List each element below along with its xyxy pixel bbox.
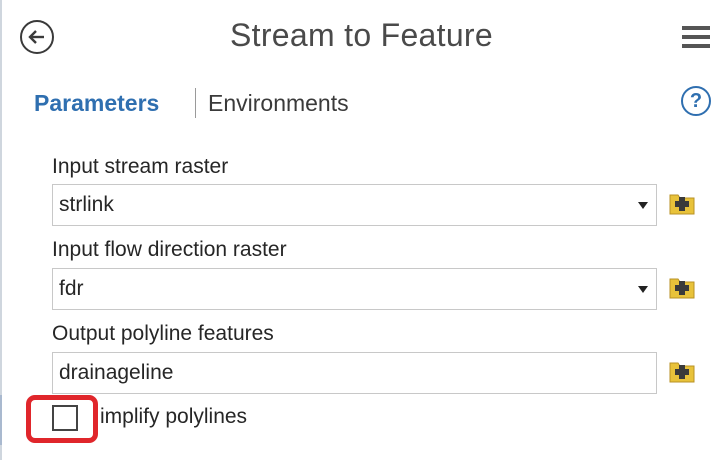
chevron-down-icon[interactable] [638,201,648,209]
simplify-polylines-checkbox[interactable] [52,405,78,431]
pane-border-lower [0,395,2,445]
simplify-polylines-label[interactable]: implify polylines [100,405,247,429]
tab-parameters[interactable]: Parameters [34,90,159,117]
tool-title: Stream to Feature [230,17,493,53]
menu-icon[interactable] [682,26,710,50]
pane-border [0,0,2,460]
flow-direction-dropdown[interactable]: fdr [52,268,657,310]
chevron-down-icon[interactable] [638,285,648,293]
arrow-left-icon [28,30,44,44]
browse-folder-icon[interactable] [668,358,696,384]
output-value: drainageline [59,361,174,384]
stream-raster-dropdown[interactable]: strlink [52,184,657,226]
output-features-input[interactable]: drainageline [52,352,657,394]
flow-direction-label: Input flow direction raster [52,238,287,261]
browse-folder-icon[interactable] [668,190,696,216]
help-icon[interactable]: ? [681,86,711,116]
stream-raster-value: strlink [59,193,114,216]
output-label: Output polyline features [52,322,274,345]
browse-folder-icon[interactable] [668,274,696,300]
tab-environments[interactable]: Environments [208,90,349,117]
tab-separator [195,88,196,118]
back-button[interactable] [20,20,54,54]
flow-direction-value: fdr [59,277,84,300]
stream-raster-label: Input stream raster [52,155,229,178]
